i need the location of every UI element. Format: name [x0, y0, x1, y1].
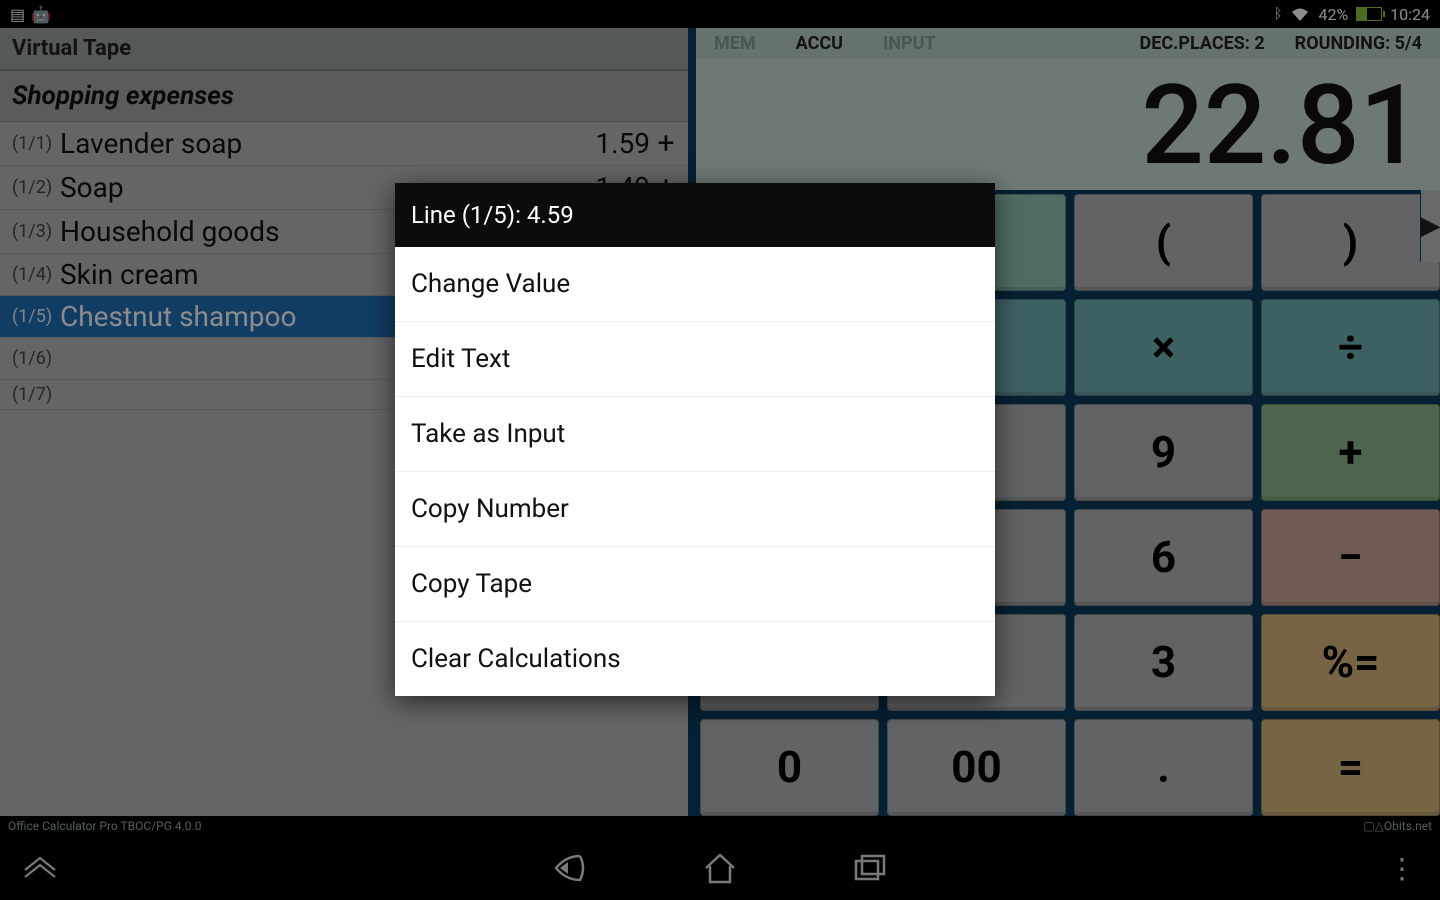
dialog-title: Line (1/5): 4.59: [395, 183, 995, 247]
dialog-item[interactable]: Clear Calculations: [395, 622, 995, 696]
dialog-item[interactable]: Change Value: [395, 247, 995, 322]
context-menu-dialog: Line (1/5): 4.59 Change ValueEdit TextTa…: [395, 183, 995, 696]
dialog-item[interactable]: Take as Input: [395, 397, 995, 472]
dialog-item[interactable]: Edit Text: [395, 322, 995, 397]
dialog-item[interactable]: Copy Number: [395, 472, 995, 547]
dialog-item[interactable]: Copy Tape: [395, 547, 995, 622]
